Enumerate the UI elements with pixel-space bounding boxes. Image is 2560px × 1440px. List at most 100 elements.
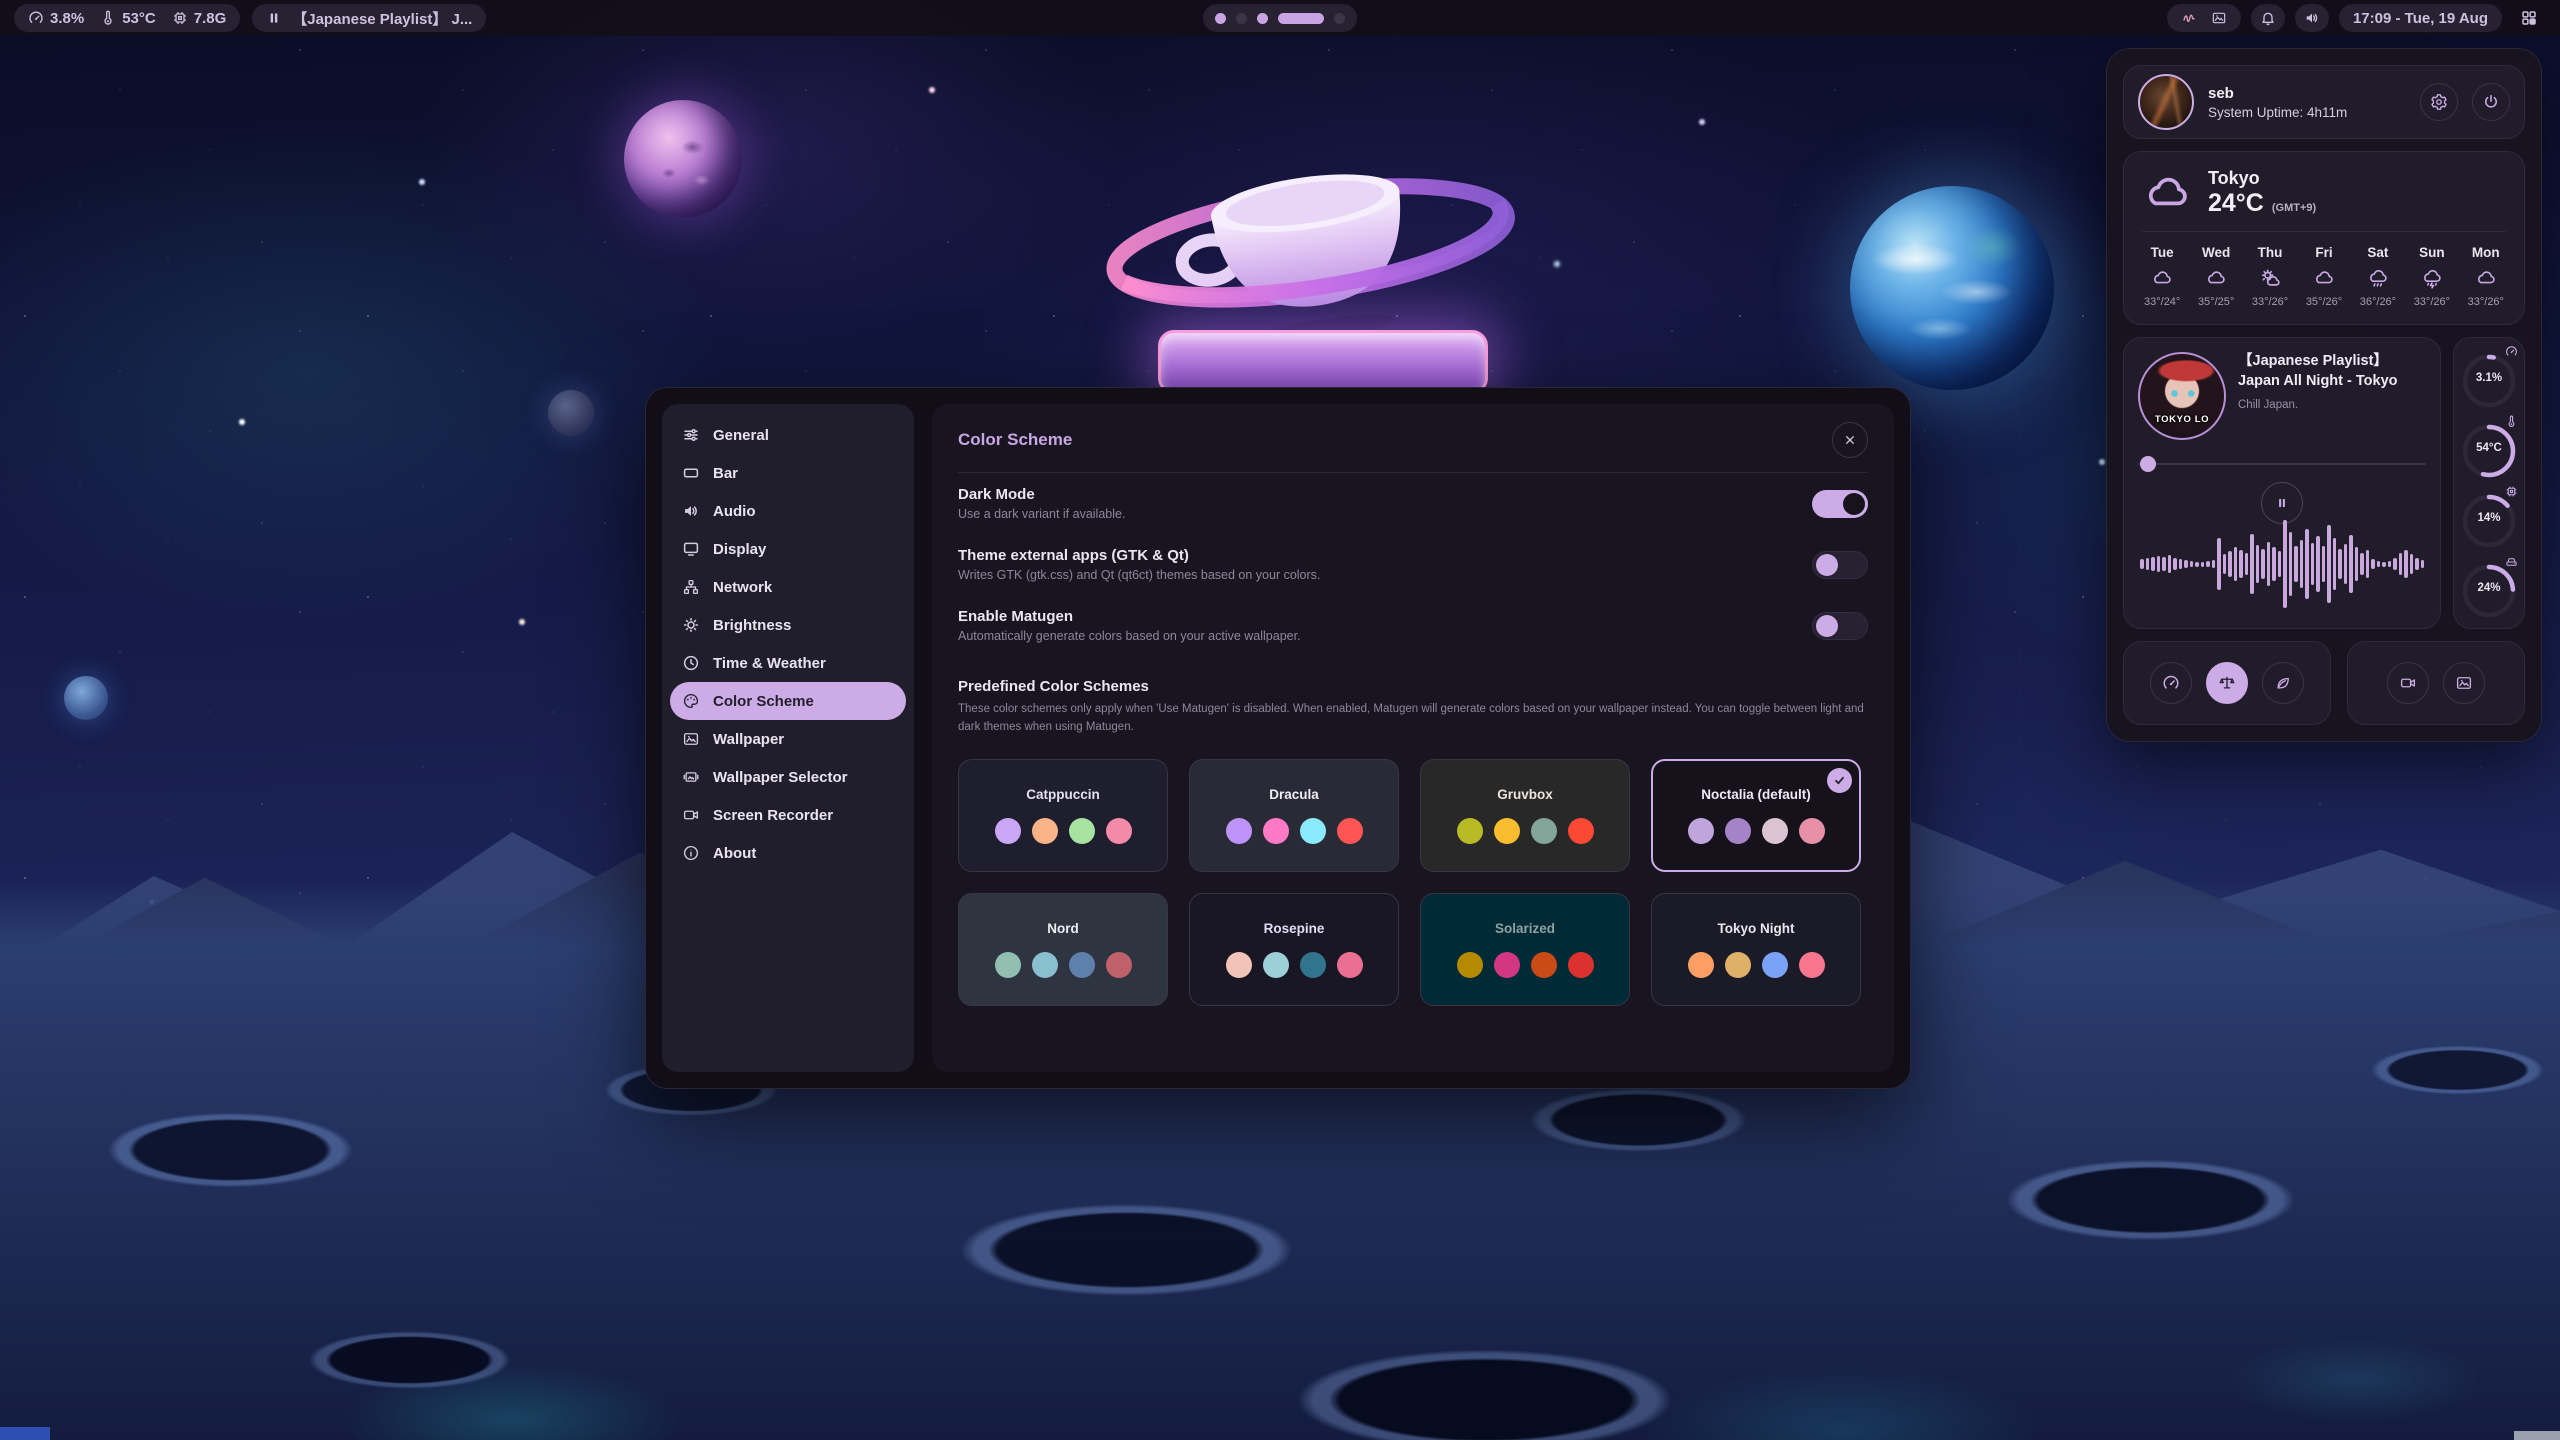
scheme-card-rosepine[interactable]: Rosepine bbox=[1189, 893, 1399, 1006]
color-swatch bbox=[1032, 818, 1058, 844]
info-icon bbox=[682, 844, 700, 862]
power-button[interactable] bbox=[2472, 83, 2510, 121]
tiny-planet bbox=[64, 676, 108, 720]
scheme-card-dracula[interactable]: Dracula bbox=[1189, 759, 1399, 872]
color-swatch bbox=[1069, 952, 1095, 978]
seek-knob[interactable] bbox=[2140, 456, 2156, 472]
bar-system-stats[interactable]: 3.8% 53°C 7.8G bbox=[14, 4, 240, 32]
w-cloud-icon bbox=[2151, 267, 2173, 289]
scheme-swatches bbox=[1457, 952, 1594, 978]
sidebar-item-wallpaper[interactable]: Wallpaper bbox=[670, 720, 906, 758]
scheme-card-noctalia-default[interactable]: Noctalia (default) bbox=[1651, 759, 1861, 872]
palette-icon bbox=[682, 692, 700, 710]
workspace-dot-3[interactable] bbox=[1257, 13, 1268, 24]
bell-icon bbox=[2260, 10, 2276, 26]
workspace-dot-4[interactable] bbox=[1278, 13, 1324, 24]
screen-record-button[interactable] bbox=[2387, 662, 2429, 704]
bar-icon bbox=[682, 464, 700, 482]
forecast-day-thu: Thu33°/26° bbox=[2252, 245, 2288, 308]
bar-media-title: 【Japanese Playlist】 J... bbox=[292, 8, 472, 29]
weather-timezone: (GMT+9) bbox=[2272, 202, 2316, 214]
notifications-button[interactable] bbox=[2251, 4, 2285, 32]
cpu-temp: 53°C bbox=[122, 10, 156, 27]
system-tray[interactable] bbox=[2167, 4, 2241, 32]
sidebar-item-display[interactable]: Display bbox=[670, 530, 906, 568]
sidebar-item-label: General bbox=[713, 427, 769, 444]
video-icon bbox=[2399, 674, 2417, 692]
bar-media-widget[interactable]: 【Japanese Playlist】 J... bbox=[252, 4, 486, 32]
tray-app-icon[interactable] bbox=[2181, 10, 2197, 26]
setting-row: Dark ModeUse a dark variant if available… bbox=[932, 473, 1894, 534]
scales-icon bbox=[2218, 674, 2236, 692]
balanced-profile-button[interactable] bbox=[2206, 662, 2248, 704]
sidebar-item-general[interactable]: General bbox=[670, 416, 906, 454]
sidebar-item-label: Wallpaper bbox=[713, 731, 784, 748]
temperature-icon bbox=[100, 10, 116, 26]
sidebar-item-wallpaper-selector[interactable]: Wallpaper Selector bbox=[670, 758, 906, 796]
gauge-value: 14% bbox=[2460, 512, 2518, 524]
sidebar-item-brightness[interactable]: Brightness bbox=[670, 606, 906, 644]
schemes-section-title: Predefined Color Schemes bbox=[932, 656, 1894, 695]
performance-profile-button[interactable] bbox=[2150, 662, 2192, 704]
selected-badge bbox=[1827, 768, 1852, 793]
sidebar-item-network[interactable]: Network bbox=[670, 568, 906, 606]
scheme-swatches bbox=[1688, 818, 1825, 844]
weather-cloud-icon bbox=[2142, 168, 2192, 218]
sidebar-item-screen-recorder[interactable]: Screen Recorder bbox=[670, 796, 906, 834]
workspace-dot-5[interactable] bbox=[1334, 13, 1345, 24]
sidebar-item-time-weather[interactable]: Time & Weather bbox=[670, 644, 906, 682]
color-swatch bbox=[1106, 952, 1132, 978]
sidebar-item-label: Brightness bbox=[713, 617, 791, 634]
display-icon bbox=[682, 540, 700, 558]
track-title: 【Japanese Playlist】 Japan All Night - To… bbox=[2238, 352, 2426, 392]
gauge-disk: 24% bbox=[2460, 556, 2518, 620]
tray-image-icon[interactable] bbox=[2211, 10, 2227, 26]
weather-forecast: Tue33°/24°Wed35°/25°Thu33°/26°Fri35°/26°… bbox=[2142, 245, 2506, 308]
system-monitor-card: 3.1%54°C14%24% bbox=[2453, 337, 2525, 629]
scheme-card-nord[interactable]: Nord bbox=[958, 893, 1168, 1006]
toggle-switch-off[interactable] bbox=[1812, 551, 1868, 579]
scheme-card-gruvbox[interactable]: Gruvbox bbox=[1420, 759, 1630, 872]
scheme-card-solarized[interactable]: Solarized bbox=[1420, 893, 1630, 1006]
disk-icon bbox=[2505, 555, 2518, 568]
color-swatch bbox=[1457, 818, 1483, 844]
toggle-switch-on[interactable] bbox=[1812, 490, 1868, 518]
wallpaper-button[interactable] bbox=[2443, 662, 2485, 704]
workspace-dot-1[interactable] bbox=[1215, 13, 1226, 24]
setting-title: Dark Mode bbox=[958, 486, 1125, 503]
gauge-icon bbox=[2162, 674, 2180, 692]
setting-row: Enable MatugenAutomatically generate col… bbox=[932, 595, 1894, 656]
purple-planet bbox=[624, 100, 742, 218]
sidebar-item-about[interactable]: About bbox=[670, 834, 906, 872]
seek-slider[interactable] bbox=[2138, 456, 2426, 472]
forecast-temps: 33°/24° bbox=[2144, 296, 2180, 308]
forecast-day-label: Thu bbox=[2258, 245, 2283, 260]
toggle-switch-off[interactable] bbox=[1812, 612, 1868, 640]
scheme-name: Gruvbox bbox=[1497, 787, 1553, 802]
scheme-card-catppuccin[interactable]: Catppuccin bbox=[958, 759, 1168, 872]
app-launcher-button[interactable] bbox=[2512, 4, 2546, 32]
neon-pedestal bbox=[1158, 330, 1488, 394]
color-swatch bbox=[1226, 818, 1252, 844]
settings-sidebar: General BarAudioDisplayNetwork Brightness T… bbox=[662, 404, 914, 1072]
network-icon bbox=[682, 578, 700, 596]
powersave-profile-button[interactable] bbox=[2262, 662, 2304, 704]
control-panel: seb System Uptime: 4h11m Tokyo 24°C (GMT… bbox=[2106, 48, 2542, 742]
settings-button[interactable] bbox=[2420, 83, 2458, 121]
sidebar-item-color-scheme[interactable]: Color Scheme bbox=[670, 682, 906, 720]
close-button[interactable] bbox=[1832, 422, 1868, 458]
scheme-card-tokyo-night[interactable]: Tokyo Night bbox=[1651, 893, 1861, 1006]
avatar bbox=[2138, 74, 2194, 130]
color-swatch bbox=[1337, 818, 1363, 844]
volume-button[interactable] bbox=[2295, 4, 2329, 32]
color-swatch bbox=[1762, 818, 1788, 844]
sidebar-item-audio[interactable]: Audio bbox=[670, 492, 906, 530]
forecast-day-label: Fri bbox=[2315, 245, 2332, 260]
memory-icon bbox=[172, 10, 188, 26]
sidebar-item-bar[interactable]: Bar bbox=[670, 454, 906, 492]
clock-widget[interactable]: 17:09 - Tue, 19 Aug bbox=[2339, 4, 2502, 32]
w-cloud-icon bbox=[2313, 267, 2335, 289]
workspace-dot-2[interactable] bbox=[1236, 13, 1247, 24]
color-swatch bbox=[1300, 952, 1326, 978]
color-swatch bbox=[1725, 818, 1751, 844]
